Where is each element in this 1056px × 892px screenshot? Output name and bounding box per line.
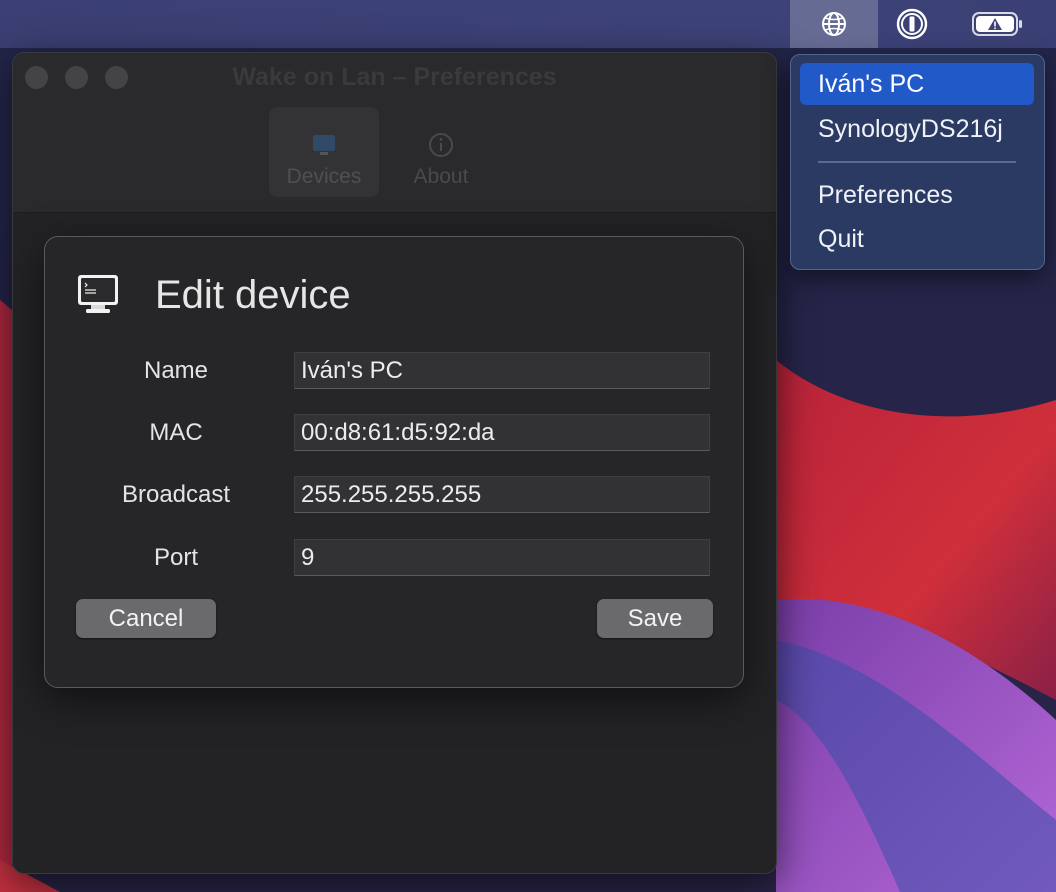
- menu-item-device[interactable]: SynologyDS216j: [800, 108, 1034, 150]
- menu-item-quit[interactable]: Quit: [800, 218, 1034, 260]
- menu-separator: [818, 161, 1016, 163]
- port-field[interactable]: [294, 539, 710, 576]
- menu-bar: [0, 0, 1056, 48]
- edit-device-sheet: Edit device Name MAC Broadcast Port Canc…: [44, 236, 744, 688]
- info-icon: [429, 133, 453, 157]
- statusbar-menu: Iván's PC SynologyDS216j Preferences Qui…: [790, 54, 1045, 270]
- window-titlebar: Wake on Lan – Preferences Devices About: [13, 53, 776, 213]
- computer-icon: [78, 275, 118, 313]
- menubar-globe-button[interactable]: [790, 0, 878, 48]
- window-title: Wake on Lan – Preferences: [232, 63, 557, 91]
- mac-label: MAC: [149, 419, 203, 446]
- globe-icon: [822, 12, 846, 36]
- sheet-title: Edit device: [155, 273, 351, 317]
- tab-about[interactable]: About: [395, 107, 487, 197]
- menu-item-preferences[interactable]: Preferences: [800, 174, 1034, 216]
- name-field[interactable]: [294, 352, 710, 389]
- port-label: Port: [153, 544, 198, 571]
- battery-warning-icon: [972, 12, 1022, 36]
- menu-item-device[interactable]: Iván's PC: [800, 63, 1034, 105]
- name-label: Name: [143, 357, 209, 384]
- 1password-icon: [896, 8, 928, 40]
- save-button[interactable]: Save: [597, 599, 713, 638]
- cancel-button[interactable]: Cancel: [76, 599, 216, 638]
- tab-about-label: About: [413, 165, 469, 188]
- broadcast-label: Broadcast: [121, 481, 231, 508]
- broadcast-field[interactable]: [294, 476, 710, 513]
- tab-devices[interactable]: Devices: [269, 107, 379, 197]
- monitor-icon: [313, 135, 335, 155]
- menubar-battery-button[interactable]: [968, 0, 1028, 48]
- tab-devices-label: Devices: [286, 165, 362, 188]
- menubar-1password-button[interactable]: [890, 0, 934, 48]
- mac-field[interactable]: [294, 414, 710, 451]
